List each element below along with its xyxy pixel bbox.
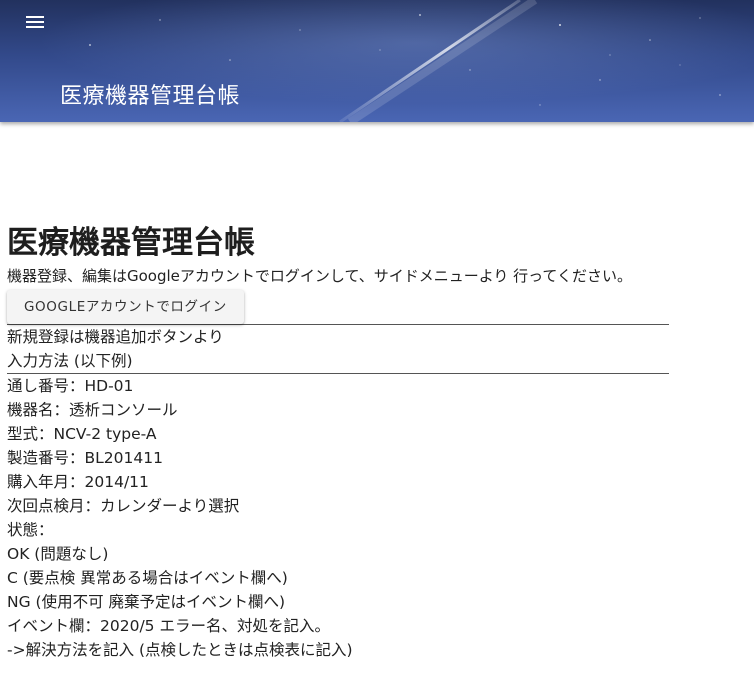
input-method-heading: 入力方法 (以下例)	[7, 352, 133, 370]
example-line-status-c: C (要点検 異常ある場合はイベント欄へ)	[7, 569, 288, 587]
main-content: 医療機器管理台帳 機器登録、編集はGoogleアカウントでログインして、サイドメ…	[7, 222, 669, 662]
page-title: 医療機器管理台帳	[7, 225, 255, 261]
new-registration-note: 新規登録は機器追加ボタンより	[7, 328, 224, 346]
example-line-model: 型式：NCV-2 type-A	[7, 425, 157, 443]
intro-text: 機器登録、編集はGoogleアカウントでログインして、サイドメニューより 行って…	[7, 267, 632, 285]
example-line-status-ok: OK (問題なし)	[7, 545, 109, 563]
example-line-event: イベント欄：2020/5 エラー名、対処を記入。	[7, 617, 330, 635]
example-line-device-name: 機器名：透析コンソール	[7, 401, 178, 419]
example-line-purchase-date: 購入年月：2014/11	[7, 473, 149, 491]
example-line-next-inspection: 次回点検月：カレンダーより選択	[7, 497, 240, 515]
example-line-serial: 通し番号：HD-01	[7, 377, 134, 395]
example-line-resolution: ->解決方法を記入 (点検したときは点検表に記入)	[7, 641, 353, 659]
example-line-status-ng: NG (使用不可 廃棄予定はイベント欄へ)	[7, 593, 286, 611]
example-line-status: 状態：	[7, 521, 54, 539]
app-bar: 医療機器管理台帳	[0, 0, 754, 122]
hamburger-menu-icon	[26, 16, 44, 28]
example-line-manufacture-number: 製造番号：BL201411	[7, 449, 163, 467]
google-login-button[interactable]: GOOGLEアカウントでログイン	[7, 290, 244, 324]
app-title: 医療機器管理台帳	[60, 84, 241, 109]
example-list: 通し番号：HD-01 機器名：透析コンソール 型式：NCV-2 type-A 製…	[7, 374, 669, 662]
menu-button[interactable]	[20, 10, 50, 34]
